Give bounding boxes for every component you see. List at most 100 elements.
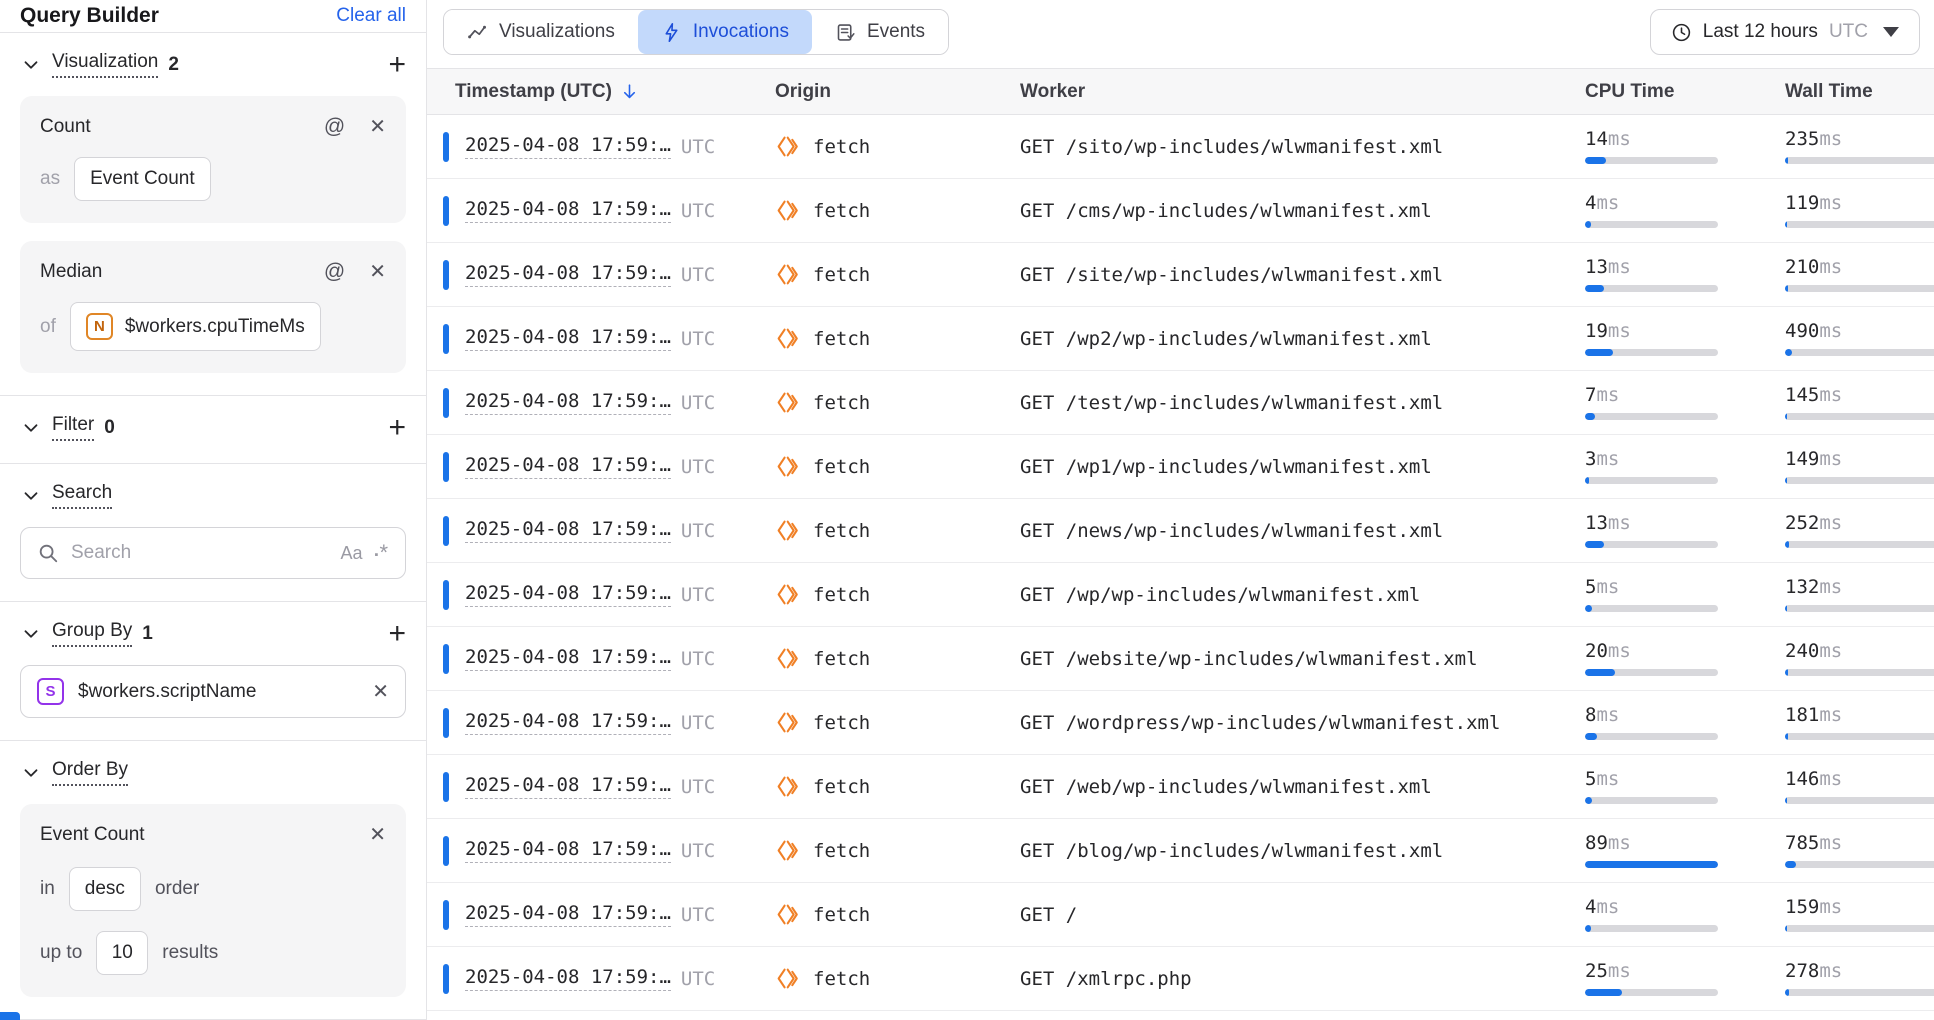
add-group-by-button[interactable]: + <box>388 624 406 644</box>
cpu-time-unit: ms <box>1596 768 1619 790</box>
column-header-origin[interactable]: Origin <box>775 81 1020 103</box>
tab-events-label: Events <box>867 21 925 43</box>
result-limit-input[interactable]: 10 <box>96 931 148 975</box>
timestamp-value[interactable]: 2025-04-08 17:59:… <box>465 390 671 415</box>
tab-invocations[interactable]: Invocations <box>638 10 812 54</box>
visualization-section-label[interactable]: Visualization <box>52 51 158 78</box>
table-row[interactable]: 2025-04-08 17:59:… UTC fetch GET /xmlrpc… <box>427 947 1934 1011</box>
timestamp-value[interactable]: 2025-04-08 17:59:… <box>465 966 671 991</box>
wall-time-unit: ms <box>1819 128 1842 150</box>
workers-fetch-icon <box>775 134 800 159</box>
table-row[interactable]: 2025-04-08 17:59:… UTC fetch GET /web/wp… <box>427 755 1934 819</box>
remove-median-icon[interactable]: ✕ <box>369 259 386 284</box>
worker-request-value: GET /blog/wp-includes/wlwmanifest.xml <box>1020 840 1443 862</box>
at-icon[interactable]: @ <box>324 115 345 139</box>
chevron-down-icon[interactable] <box>20 762 42 784</box>
table-row[interactable]: 2025-04-08 17:59:… UTC fetch GET /blog/w… <box>427 819 1934 883</box>
at-icon[interactable]: @ <box>324 260 345 284</box>
tab-visualizations[interactable]: Visualizations <box>444 10 638 54</box>
timestamp-timezone: UTC <box>681 584 715 606</box>
timestamp-value[interactable]: 2025-04-08 17:59:… <box>465 646 671 671</box>
cpu-time-bar <box>1585 733 1718 740</box>
sort-direction-button[interactable]: desc <box>69 867 141 911</box>
group-by-chip[interactable]: S $workers.scriptName ✕ <box>20 665 406 718</box>
workers-fetch-icon <box>775 838 800 863</box>
cpu-time-bar <box>1585 797 1718 804</box>
table-row[interactable]: 2025-04-08 17:59:… UTC fetch GET /websit… <box>427 627 1934 691</box>
remove-count-icon[interactable]: ✕ <box>369 114 386 139</box>
table-row[interactable]: 2025-04-08 17:59:… UTC fetch GET / 4ms 1… <box>427 883 1934 947</box>
timestamp-timezone: UTC <box>681 200 715 222</box>
timestamp-value[interactable]: 2025-04-08 17:59:… <box>465 838 671 863</box>
table-row[interactable]: 2025-04-08 17:59:… UTC fetch GET /test/w… <box>427 371 1934 435</box>
chevron-down-icon[interactable] <box>20 623 42 645</box>
table-row[interactable]: 2025-04-08 17:59:… UTC fetch GET /cms/wp… <box>427 179 1934 243</box>
sort-descending-icon[interactable] <box>620 82 639 101</box>
time-range-selector[interactable]: Last 12 hours UTC <box>1650 9 1920 55</box>
search-input[interactable] <box>71 542 329 564</box>
chevron-down-icon[interactable] <box>20 417 42 439</box>
timestamp-value[interactable]: 2025-04-08 17:59:… <box>465 262 671 287</box>
timestamp-value[interactable]: 2025-04-08 17:59:… <box>465 774 671 799</box>
timestamp-value[interactable]: 2025-04-08 17:59:… <box>465 518 671 543</box>
chevron-down-icon[interactable] <box>20 485 42 507</box>
search-icon <box>37 542 59 564</box>
search-section-label[interactable]: Search <box>52 482 112 509</box>
cpu-time-unit: ms <box>1596 448 1619 470</box>
cpu-time-unit: ms <box>1608 832 1631 854</box>
origin-value: fetch <box>813 264 870 286</box>
regex-toggle[interactable]: ▪* <box>375 540 389 566</box>
count-card-title: Count <box>40 116 91 138</box>
row-indicator-bar <box>443 900 449 930</box>
remove-group-by-icon[interactable]: ✕ <box>372 679 389 704</box>
worker-request-value: GET /wordpress/wp-includes/wlwmanifest.x… <box>1020 712 1500 734</box>
table-row[interactable]: 2025-04-08 17:59:… UTC fetch GET /wp1/wp… <box>427 435 1934 499</box>
workers-fetch-icon <box>775 582 800 607</box>
workers-fetch-icon <box>775 198 800 223</box>
column-header-cpu-time[interactable]: CPU Time <box>1585 81 1785 103</box>
median-field-button[interactable]: N $workers.cpuTimeMs <box>70 302 321 351</box>
timestamp-value[interactable]: 2025-04-08 17:59:… <box>465 134 671 159</box>
column-header-wall-time[interactable]: Wall Time <box>1785 81 1934 103</box>
wall-time-bar <box>1785 669 1934 676</box>
table-row[interactable]: 2025-04-08 17:59:… UTC fetch GET /sito/w… <box>427 115 1934 179</box>
wall-time-bar <box>1785 157 1934 164</box>
timestamp-value[interactable]: 2025-04-08 17:59:… <box>465 710 671 735</box>
add-filter-button[interactable]: + <box>388 418 406 438</box>
workers-fetch-icon <box>775 518 800 543</box>
table-row[interactable]: 2025-04-08 17:59:… UTC fetch GET /site/w… <box>427 243 1934 307</box>
origin-value: fetch <box>813 456 870 478</box>
cpu-time-bar <box>1585 413 1718 420</box>
timestamp-timezone: UTC <box>681 456 715 478</box>
table-row[interactable]: 2025-04-08 17:59:… UTC fetch GET /news/w… <box>427 499 1934 563</box>
order-by-section-label[interactable]: Order By <box>52 759 128 786</box>
remove-order-by-icon[interactable]: ✕ <box>369 822 386 847</box>
column-header-worker[interactable]: Worker <box>1020 81 1585 103</box>
chevron-down-icon[interactable] <box>20 54 42 76</box>
timestamp-value[interactable]: 2025-04-08 17:59:… <box>465 326 671 351</box>
timestamp-value[interactable]: 2025-04-08 17:59:… <box>465 582 671 607</box>
column-header-timestamp[interactable]: Timestamp (UTC) <box>443 81 775 103</box>
lightning-icon <box>661 22 682 43</box>
wall-time-bar <box>1785 861 1934 868</box>
event-count-alias-button[interactable]: Event Count <box>74 157 211 201</box>
timestamp-value[interactable]: 2025-04-08 17:59:… <box>465 902 671 927</box>
table-row[interactable]: 2025-04-08 17:59:… UTC fetch GET /wp2/wp… <box>427 307 1934 371</box>
wall-time-unit: ms <box>1819 704 1842 726</box>
timestamp-value[interactable]: 2025-04-08 17:59:… <box>465 198 671 223</box>
clear-all-button[interactable]: Clear all <box>336 5 406 27</box>
table-row[interactable]: 2025-04-08 17:59:… UTC fetch GET /wordpr… <box>427 691 1934 755</box>
filter-section-label[interactable]: Filter <box>52 414 94 441</box>
group-by-section-label[interactable]: Group By <box>52 620 132 647</box>
tab-events[interactable]: Events <box>812 10 948 54</box>
origin-value: fetch <box>813 328 870 350</box>
table-row[interactable]: 2025-04-08 17:59:… UTC fetch GET /wp/wp-… <box>427 563 1934 627</box>
cpu-time-bar <box>1585 669 1718 676</box>
case-sensitive-toggle[interactable]: Aa <box>341 543 363 564</box>
wall-time-unit: ms <box>1819 960 1842 982</box>
add-visualization-button[interactable]: + <box>388 55 406 75</box>
wall-time-bar <box>1785 285 1934 292</box>
median-visualization-card: Median @ ✕ of N $workers.cpuTimeMs <box>20 241 406 373</box>
timestamp-value[interactable]: 2025-04-08 17:59:… <box>465 454 671 479</box>
time-range-label: Last 12 hours <box>1703 21 1818 43</box>
